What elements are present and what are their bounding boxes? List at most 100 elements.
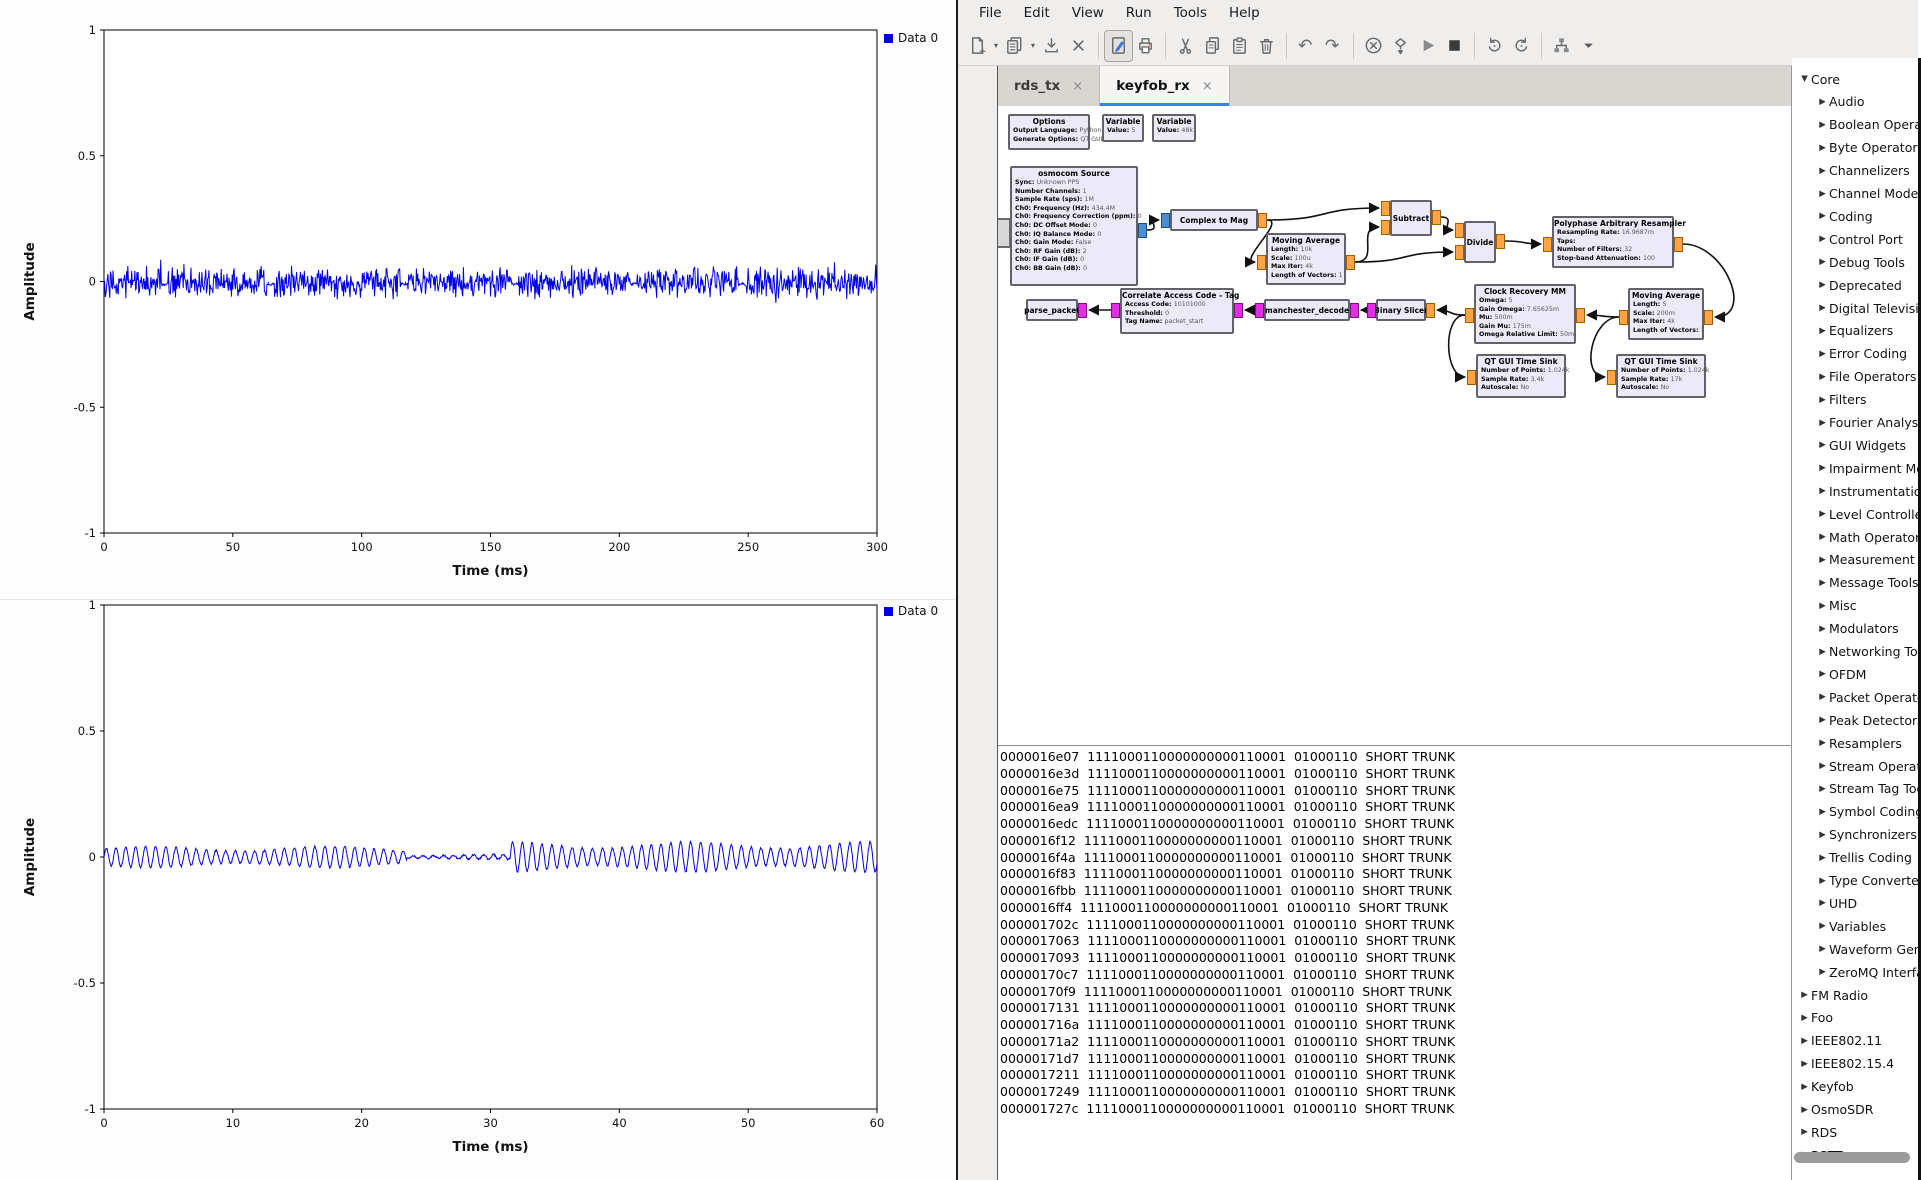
chevron-right-icon[interactable]: ▶ (1816, 509, 1829, 519)
toolbar-overflow-button[interactable] (1575, 31, 1602, 61)
tree-item-level-controllers[interactable]: ▶Level Controllers (1816, 503, 1918, 525)
dropdown-caret-icon[interactable]: ▾ (1028, 41, 1038, 50)
menu-item-view[interactable]: View (1063, 2, 1113, 24)
tree-item-zeromq-interfaces[interactable]: ▶ZeroMQ Interfaces (1816, 961, 1918, 983)
port-out[interactable] (1255, 303, 1264, 318)
port-in[interactable] (1543, 237, 1552, 252)
block-moving-average-1[interactable]: Moving AverageLength: 10kScale: 100uMax … (1266, 233, 1346, 285)
connection[interactable] (1147, 220, 1159, 230)
tree-item-packet-operators[interactable]: ▶Packet Operators (1816, 686, 1918, 708)
chevron-right-icon[interactable]: ▶ (1816, 853, 1829, 863)
tree-item-deprecated[interactable]: ▶Deprecated (1816, 274, 1902, 296)
tree-item-variables[interactable]: ▶Variables (1816, 915, 1886, 937)
port-in[interactable] (1455, 245, 1464, 260)
chevron-right-icon[interactable]: ▶ (1816, 761, 1829, 771)
close-flowgraph-button[interactable] (1065, 31, 1092, 61)
chevron-right-icon[interactable]: ▶ (1816, 921, 1829, 931)
tree-item-byte-operators[interactable]: ▶Byte Operators (1816, 137, 1918, 159)
tree-item-error-coding[interactable]: ▶Error Coding (1816, 343, 1907, 365)
chevron-right-icon[interactable]: ▶ (1816, 440, 1829, 450)
block-time-sink-2[interactable]: QT GUI Time SinkNumber of Points: 1.024k… (1616, 354, 1706, 398)
run-button[interactable] (1414, 31, 1441, 61)
flowgraph-canvas[interactable]: OptionsOutput Language: PythonGenerate O… (998, 106, 1791, 810)
tree-item-ofdm[interactable]: ▶OFDM (1816, 663, 1866, 685)
connection[interactable] (1355, 227, 1379, 262)
block-osmocom-source[interactable]: osmocom SourceSync: Unknown PPSNumber Ch… (1010, 166, 1138, 286)
port-in[interactable] (1455, 223, 1464, 238)
block-clock-recovery[interactable]: Clock Recovery MMOmega: 5Gain Omega: 7.6… (1474, 284, 1576, 344)
chevron-right-icon[interactable]: ▶ (1798, 1105, 1811, 1115)
menu-item-help[interactable]: Help (1220, 2, 1269, 24)
block-time-sink-1[interactable]: QT GUI Time SinkNumber of Points: 1.024k… (1476, 354, 1566, 398)
tree-item-ieee802-15-4[interactable]: ▶IEEE802.15.4 (1798, 1053, 1894, 1075)
tree-item-file-operators[interactable]: ▶File Operators (1816, 366, 1916, 388)
tree-item-digital-television[interactable]: ▶Digital Television (1816, 297, 1918, 319)
chevron-right-icon[interactable]: ▶ (1816, 326, 1829, 336)
tree-item-waveform-generators[interactable]: ▶Waveform Generators (1816, 938, 1918, 960)
chevron-right-icon[interactable]: ▶ (1798, 1082, 1811, 1092)
tree-item-channel-models[interactable]: ▶Channel Models (1816, 183, 1918, 205)
redo-button[interactable]: ↷ (1320, 31, 1347, 61)
chevron-right-icon[interactable]: ▶ (1816, 97, 1829, 107)
tree-item-ieee802-11[interactable]: ▶IEEE802.11 (1798, 1030, 1882, 1052)
port-in[interactable] (1467, 370, 1476, 385)
port-in[interactable] (1704, 310, 1713, 325)
open-hier-button[interactable] (1548, 31, 1575, 61)
chevron-down-icon[interactable]: ▼ (1798, 74, 1811, 84)
tab-rds_tx[interactable]: rds_tx× (998, 66, 1100, 106)
port-out[interactable] (1619, 310, 1628, 325)
port-out[interactable] (1346, 255, 1355, 270)
chevron-right-icon[interactable]: ▶ (1816, 830, 1829, 840)
tree-item-channelizers[interactable]: ▶Channelizers (1816, 160, 1910, 182)
port-out[interactable] (1138, 223, 1147, 238)
tree-item-filters[interactable]: ▶Filters (1816, 389, 1866, 411)
tree-item-stream-tag-tools[interactable]: ▶Stream Tag Tools (1816, 778, 1918, 800)
port-in[interactable] (1257, 255, 1266, 270)
port-in[interactable] (1234, 303, 1243, 318)
port-out[interactable] (1496, 234, 1505, 249)
open-flowgraph-button[interactable] (1001, 31, 1028, 61)
copy-button[interactable] (1199, 31, 1226, 61)
tree-item-keyfob[interactable]: ▶Keyfob (1798, 1076, 1854, 1098)
tree-item-instrumentation[interactable]: ▶Instrumentation (1816, 480, 1918, 502)
tree-item-boolean-operators[interactable]: ▶Boolean Operators (1816, 114, 1918, 136)
reload-blocks-button[interactable] (1508, 31, 1535, 61)
chevron-right-icon[interactable]: ▶ (1798, 1013, 1811, 1023)
block-moving-average-2[interactable]: Moving AverageLength: 5Scale: 200mMax It… (1628, 288, 1704, 340)
port-in[interactable] (1607, 370, 1616, 385)
chevron-right-icon[interactable]: ▶ (1816, 189, 1829, 199)
chevron-right-icon[interactable]: ▶ (1816, 624, 1829, 634)
tree-item-math-operators[interactable]: ▶Math Operators (1816, 526, 1918, 548)
chevron-right-icon[interactable]: ▶ (1816, 601, 1829, 611)
save-flowgraph-button[interactable] (1038, 31, 1065, 61)
port-in[interactable] (1078, 303, 1087, 318)
tree-item-trellis-coding[interactable]: ▶Trellis Coding (1816, 847, 1912, 869)
chevron-right-icon[interactable]: ▶ (1816, 120, 1829, 130)
tree-item-impairment-models[interactable]: ▶Impairment Models (1816, 457, 1918, 479)
port-in[interactable] (1381, 201, 1390, 216)
tree-item-audio[interactable]: ▶Audio (1816, 91, 1865, 113)
connection[interactable] (1591, 317, 1619, 377)
menu-item-file[interactable]: File (970, 2, 1011, 24)
tree-item-stream-operators[interactable]: ▶Stream Operators (1816, 755, 1918, 777)
block-options[interactable]: OptionsOutput Language: PythonGenerate O… (1008, 114, 1090, 150)
connection[interactable] (1437, 310, 1465, 315)
connection[interactable] (1355, 252, 1453, 262)
cut-button[interactable] (1172, 31, 1199, 61)
port-in[interactable] (1426, 303, 1435, 318)
connection[interactable] (1449, 315, 1465, 377)
chevron-right-icon[interactable]: ▶ (1816, 647, 1829, 657)
tree-item-fourier-analysis[interactable]: ▶Fourier Analysis (1816, 412, 1918, 434)
close-tab-icon[interactable]: × (1072, 79, 1083, 94)
block-variable2[interactable]: VariableValue: 48k (1152, 114, 1196, 142)
chevron-right-icon[interactable]: ▶ (1816, 807, 1829, 817)
view-errors-button[interactable] (1387, 31, 1414, 61)
port-in[interactable] (1161, 213, 1170, 228)
block-correlate[interactable]: Correlate Access Code - TagAccess Code: … (1120, 288, 1234, 334)
tree-item-foo[interactable]: ▶Foo (1798, 1007, 1833, 1029)
chevron-right-icon[interactable]: ▶ (1816, 280, 1829, 290)
tree-item-gui-widgets[interactable]: ▶GUI Widgets (1816, 434, 1906, 456)
chevron-right-icon[interactable]: ▶ (1816, 234, 1829, 244)
block-manchester-decode[interactable]: manchester_decode (1264, 299, 1350, 321)
chevron-right-icon[interactable]: ▶ (1816, 166, 1829, 176)
